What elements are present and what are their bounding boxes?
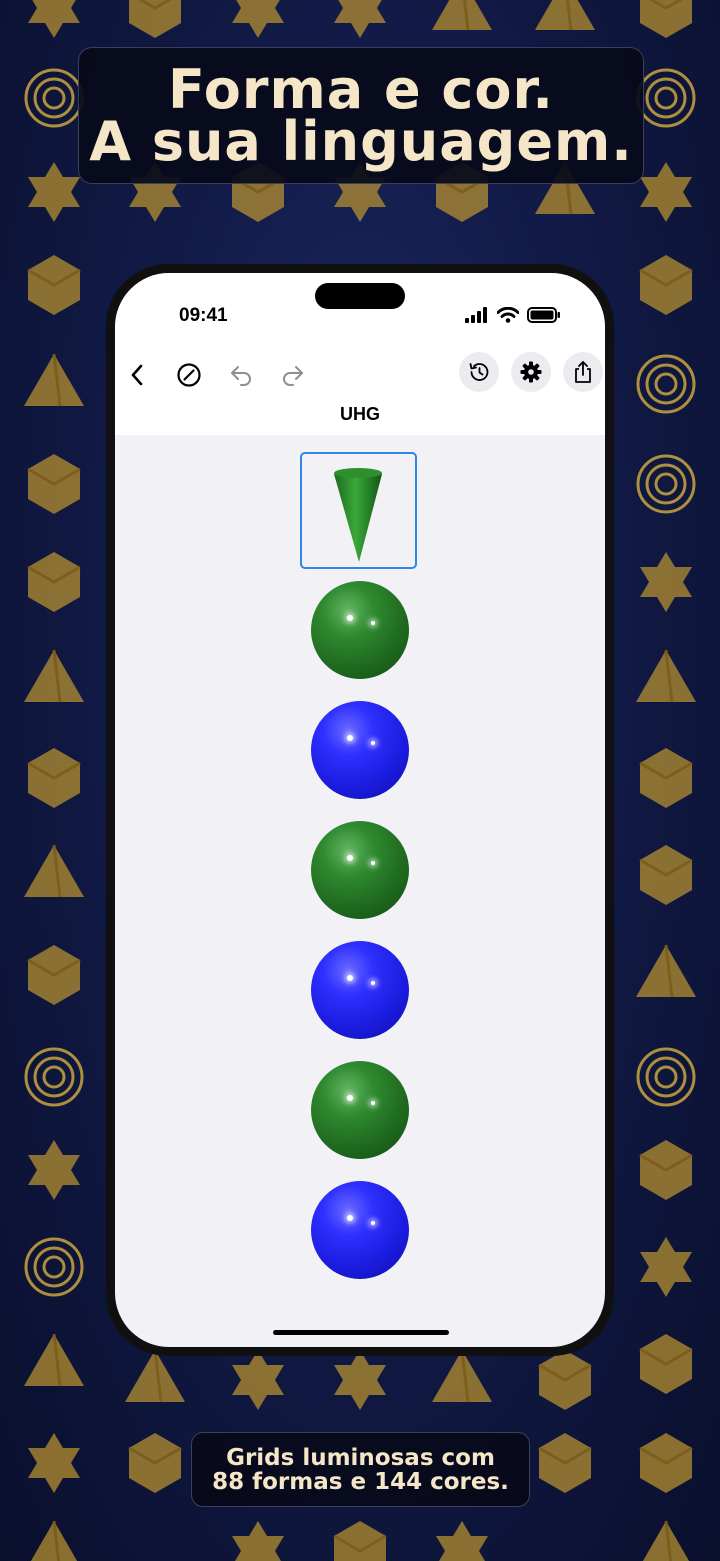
green-cone-shape — [334, 468, 382, 562]
top-bar: 09:41 UHG — [115, 273, 605, 435]
cellular-signal-icon — [465, 307, 487, 323]
redo-button[interactable] — [273, 355, 313, 395]
share-icon — [575, 361, 591, 383]
wifi-icon — [497, 307, 519, 323]
dynamic-island — [315, 283, 405, 309]
history-icon — [469, 363, 489, 381]
back-chevron-icon — [131, 364, 143, 386]
sphere-green-1[interactable] — [311, 581, 409, 679]
gear-icon — [520, 361, 542, 383]
sphere-blue-2[interactable] — [311, 941, 409, 1039]
battery-icon — [527, 307, 560, 323]
no-entry-icon — [177, 363, 201, 387]
sphere-blue-1[interactable] — [311, 701, 409, 799]
shape-grid-canvas[interactable] — [115, 435, 605, 1347]
share-button[interactable] — [563, 352, 603, 392]
caption-banner: Grids luminosas com 88 formas e 144 core… — [191, 1432, 530, 1507]
selected-cell-cone[interactable] — [300, 452, 417, 569]
sphere-green-3[interactable] — [311, 1061, 409, 1159]
headline-banner: Forma e cor. A sua linguagem. — [78, 47, 644, 184]
headline-line-1: Forma e cor. — [168, 57, 554, 121]
status-icons — [465, 307, 561, 323]
document-title: UHG — [340, 404, 380, 424]
history-button[interactable] — [459, 352, 499, 392]
clear-button[interactable] — [169, 355, 209, 395]
home-indicator — [273, 1330, 449, 1335]
caption-line-1: Grids luminosas com — [226, 1444, 495, 1471]
back-button[interactable] — [117, 355, 157, 395]
redo-icon — [283, 366, 303, 386]
settings-button[interactable] — [511, 352, 551, 392]
headline-line-2: A sua linguagem. — [89, 109, 633, 173]
status-time: 09:41 — [179, 305, 228, 326]
phone-screen: 09:41 UHG — [115, 273, 605, 1347]
sphere-blue-3[interactable] — [311, 1181, 409, 1279]
caption-line-2: 88 formas e 144 cores. — [212, 1468, 509, 1495]
undo-button[interactable] — [221, 355, 261, 395]
undo-icon — [231, 366, 251, 386]
sphere-green-2[interactable] — [311, 821, 409, 919]
phone-frame: 09:41 UHG — [106, 264, 614, 1356]
